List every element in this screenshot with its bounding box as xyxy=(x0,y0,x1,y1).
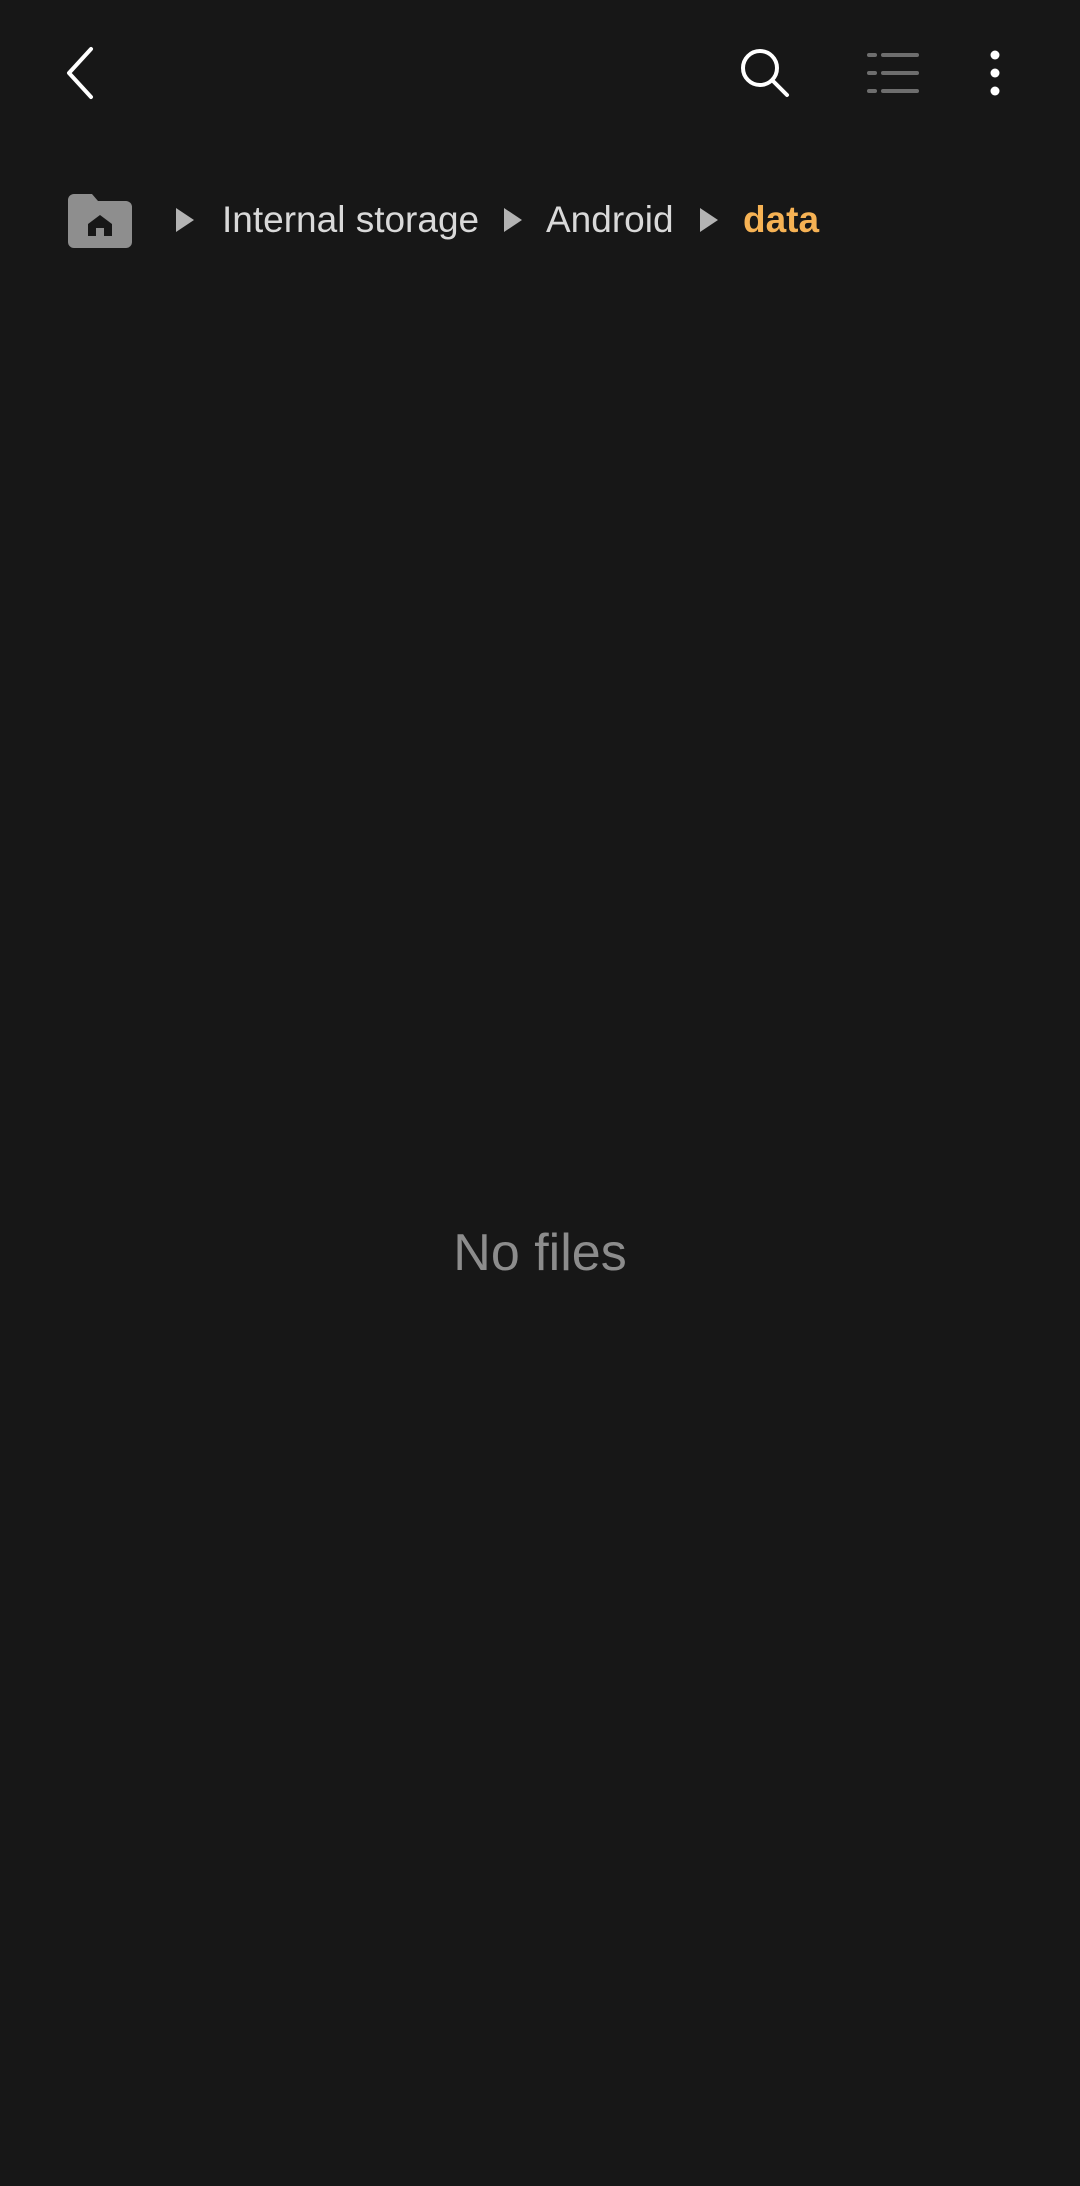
breadcrumb-item-internal-storage[interactable]: Internal storage xyxy=(222,194,479,246)
chevron-left-icon xyxy=(67,47,93,99)
breadcrumb-item-current: data xyxy=(743,199,820,240)
breadcrumb-item-android[interactable]: Android xyxy=(546,194,674,246)
list-view-button[interactable] xyxy=(848,28,938,118)
breadcrumb: Internal storage Android data xyxy=(0,180,1080,260)
empty-state-message: No files xyxy=(453,1224,627,1282)
home-folder-button[interactable] xyxy=(68,192,132,248)
breadcrumb-separator-icon xyxy=(700,208,718,232)
search-icon xyxy=(741,49,789,97)
breadcrumb-separator-icon xyxy=(176,208,194,232)
list-view-icon xyxy=(867,53,919,93)
search-button[interactable] xyxy=(720,28,810,118)
more-options-button[interactable] xyxy=(950,28,1040,118)
back-button[interactable] xyxy=(36,28,126,118)
home-folder-icon xyxy=(68,194,132,248)
more-vertical-icon xyxy=(990,50,1000,96)
top-app-bar xyxy=(0,0,1080,150)
breadcrumb-separator-icon xyxy=(504,208,522,232)
